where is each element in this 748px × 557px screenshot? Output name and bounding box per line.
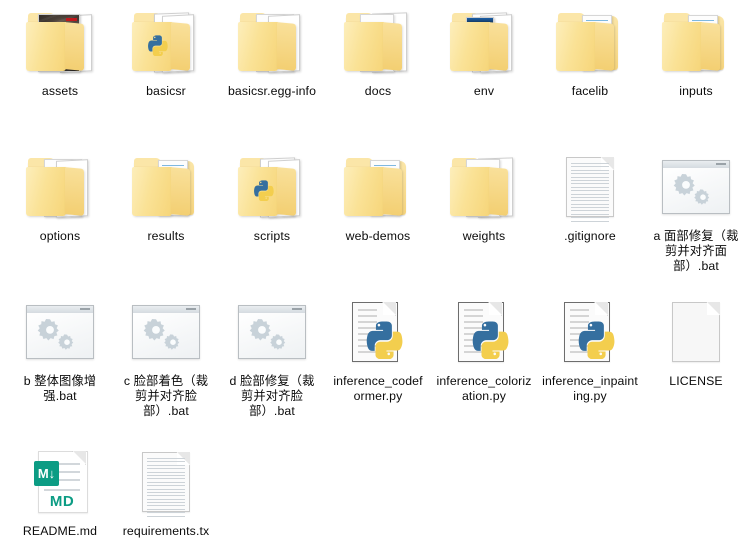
batch-window-gears-icon — [660, 151, 732, 223]
folder-markdown-icon: DMD — [344, 12, 412, 73]
file-item-facelib[interactable]: facelib — [537, 6, 643, 99]
python-document-icon — [554, 296, 626, 368]
python-document-icon — [448, 296, 520, 368]
python-document-icon — [564, 302, 616, 362]
file-name-label: inference_inpainting.py — [542, 374, 638, 403]
file-name-label: assets — [41, 84, 79, 98]
file-item-assets[interactable]: RME assets — [7, 6, 113, 99]
batch-window-gears-icon — [662, 160, 730, 214]
folder-plain-icon — [26, 157, 94, 218]
file-name-label: basicsr.egg-info — [227, 84, 317, 98]
file-name-label: weights — [462, 229, 506, 243]
folder-image-icon — [130, 151, 202, 223]
batch-window-gears-icon — [130, 296, 202, 368]
file-item-basicsr[interactable]: basicsr — [113, 6, 219, 99]
file-item-options[interactable]: options — [7, 151, 113, 244]
file-item-a-.bat[interactable]: a 面部修复（裁剪并对齐面部）.bat — [643, 151, 748, 274]
file-name-label: inputs — [679, 84, 713, 98]
folder-photo-icon: RME — [24, 6, 96, 78]
file-name-label: options — [39, 229, 81, 243]
text-document-icon — [554, 151, 626, 223]
file-item-license[interactable]: LICENSE — [643, 296, 748, 389]
folder-python-icon — [238, 157, 306, 218]
text-document-icon — [566, 157, 614, 222]
file-item-readme.md[interactable]: M↓ MD README.md — [7, 446, 113, 539]
folder-image-icon — [556, 12, 624, 72]
file-name-label: results — [147, 229, 185, 243]
file-name-label: README.md — [22, 524, 98, 538]
file-item-env[interactable]: env — [431, 6, 537, 99]
file-item-b-.bat[interactable]: b 整体图像增强.bat — [7, 296, 113, 404]
file-item-requirements.tx[interactable]: requirements.tx — [113, 446, 219, 539]
file-item-inference_inpainting.py[interactable]: inference_inpainting.py — [537, 296, 643, 404]
folder-python-icon — [236, 151, 308, 223]
folder-image-icon — [554, 6, 626, 78]
text-document-icon — [130, 446, 202, 518]
text-document-icon — [142, 452, 190, 517]
file-item-inputs[interactable]: inputs — [643, 6, 748, 99]
folder-python-icon — [132, 12, 200, 73]
markdown-document-icon: M↓ MD — [32, 451, 88, 513]
folder-plain-icon — [238, 12, 306, 73]
file-name-label: facelib — [571, 84, 609, 98]
python-document-icon — [352, 302, 404, 362]
blank-document-icon — [660, 296, 732, 368]
folder-plain-icon — [236, 6, 308, 78]
folder-markdown-icon: DMD — [342, 6, 414, 78]
python-document-icon — [342, 296, 414, 368]
file-item-inference_codeformer.py[interactable]: inference_codeformer.py — [325, 296, 431, 404]
desktop-icon-grid: RME assets basicsr basicsr.egg-info DMD docs e… — [0, 0, 748, 557]
file-name-label: requirements.tx — [122, 524, 210, 538]
file-item-web-demos[interactable]: web-demos — [325, 151, 431, 244]
file-item-weights[interactable]: DMD weights — [431, 151, 537, 244]
file-item-basicsr.egg-info[interactable]: basicsr.egg-info — [219, 6, 325, 99]
batch-window-gears-icon — [24, 296, 96, 368]
file-name-label: inference_codeformer.py — [333, 374, 423, 403]
folder-image-icon — [660, 6, 732, 78]
folder-image-icon — [132, 157, 200, 217]
folder-md-icon: DMD — [448, 151, 520, 223]
folder-photo-icon: RME — [26, 12, 94, 73]
file-name-label: .gitignore — [564, 229, 616, 243]
batch-window-gears-icon — [132, 305, 200, 359]
blank-document-icon — [672, 302, 720, 362]
file-name-label: docs — [364, 84, 392, 98]
batch-window-gears-icon — [238, 305, 306, 359]
folder-image-icon — [342, 151, 414, 223]
folder-plain-icon — [24, 151, 96, 223]
folder-md-icon: DMD — [450, 157, 518, 218]
file-name-label: b 整体图像增强.bat — [23, 374, 97, 403]
python-document-icon — [458, 302, 510, 362]
batch-window-gears-icon — [236, 296, 308, 368]
file-name-label: a 面部修复（裁剪并对齐面部）.bat — [653, 229, 739, 273]
file-name-label: web-demos — [345, 229, 411, 243]
file-name-label: scripts — [253, 229, 291, 243]
file-item-docs[interactable]: DMD docs — [325, 6, 431, 99]
folder-image-icon — [344, 157, 412, 217]
folder-python-icon — [130, 6, 202, 78]
folder-image-icon — [662, 12, 730, 72]
folder-python-dark-icon — [448, 6, 520, 78]
file-item-c-.bat[interactable]: c 脸部着色（裁剪并对齐脸部）.bat — [113, 296, 219, 419]
file-name-label: basicsr — [146, 84, 186, 98]
file-item-results[interactable]: results — [113, 151, 219, 244]
file-name-label: env — [473, 84, 495, 98]
file-name-label: LICENSE — [669, 374, 723, 388]
file-name-label: d 脸部修复（裁剪并对齐脸部）.bat — [229, 374, 315, 418]
file-item-inference_colorization.py[interactable]: inference_colorization.py — [431, 296, 537, 404]
file-name-label: c 脸部着色（裁剪并对齐脸部）.bat — [123, 374, 209, 418]
markdown-document-icon: M↓ MD — [24, 446, 96, 518]
file-name-label: inference_colorization.py — [436, 374, 532, 403]
file-item-.gitignore[interactable]: .gitignore — [537, 151, 643, 244]
file-item-scripts[interactable]: scripts — [219, 151, 325, 244]
folder-python-dark-icon — [450, 12, 518, 73]
batch-window-gears-icon — [26, 305, 94, 359]
file-item-d-.bat[interactable]: d 脸部修复（裁剪并对齐脸部）.bat — [219, 296, 325, 419]
